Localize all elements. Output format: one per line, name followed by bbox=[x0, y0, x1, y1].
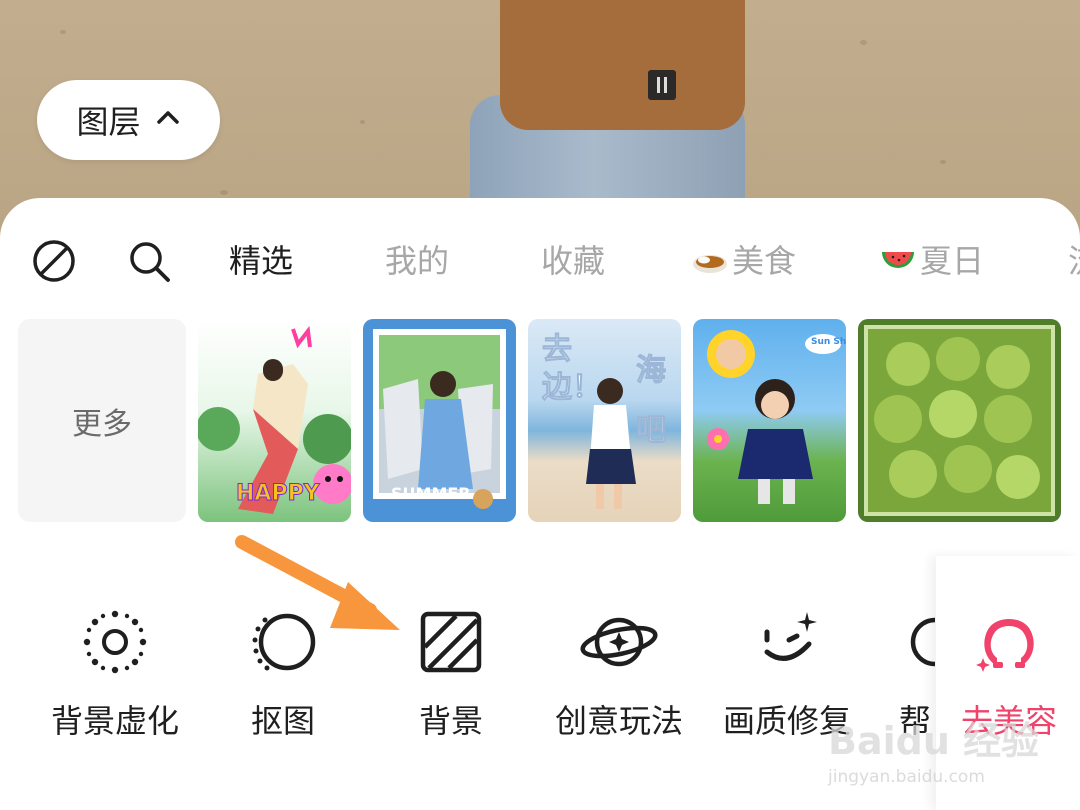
ground-speck bbox=[860, 40, 867, 45]
template-green-grapes[interactable] bbox=[858, 319, 1061, 522]
tool-cutout-label: 抠图 bbox=[250, 702, 315, 740]
ground-speck bbox=[940, 160, 946, 164]
layer-button[interactable]: 图层 bbox=[37, 80, 220, 160]
tab-summer-label: 夏日 bbox=[920, 242, 985, 280]
baidu-watermark: Baidu 经验 jingyan.baidu.com bbox=[828, 710, 1078, 800]
curry-icon bbox=[693, 255, 727, 273]
template-happy-text: HAPPY bbox=[236, 481, 321, 507]
watermark-brand: Baidu 经验 bbox=[828, 719, 1040, 763]
jacket-tag bbox=[648, 70, 676, 100]
ground-speck bbox=[60, 30, 66, 34]
tab-food[interactable]: 美食 bbox=[692, 238, 796, 284]
bokeh-icon bbox=[83, 610, 147, 674]
template-summer[interactable]: SUMMER bbox=[363, 319, 516, 522]
search-icon[interactable] bbox=[126, 238, 172, 284]
smile-sparkle-icon bbox=[764, 612, 817, 661]
partial-icon bbox=[910, 617, 935, 667]
template-happy[interactable]: HAPPY bbox=[198, 319, 351, 522]
tool-background-label: 背景 bbox=[418, 702, 483, 740]
chevron-up-icon bbox=[155, 105, 181, 135]
tool-background-blur[interactable]: 背景虚化 bbox=[35, 602, 195, 742]
more-templates-card[interactable]: 更多 bbox=[18, 319, 186, 522]
tool-creative-play-label: 创意玩法 bbox=[554, 702, 683, 740]
tab-mine[interactable]: 我的 bbox=[385, 238, 449, 284]
tool-background-blur-label: 背景虚化 bbox=[50, 702, 179, 740]
background-icon bbox=[420, 611, 482, 673]
template-seaside[interactable]: 去边！ 海吧 bbox=[528, 319, 681, 522]
template-sunshine-text: Sun Shine bbox=[811, 337, 846, 347]
layer-button-label: 图层 bbox=[76, 103, 141, 141]
watermark-url: jingyan.baidu.com bbox=[828, 767, 985, 787]
ground-speck bbox=[220, 190, 228, 195]
template-sunshine-art bbox=[707, 330, 841, 504]
tab-favorites[interactable]: 收藏 bbox=[541, 238, 605, 284]
template-green-grapes-art bbox=[864, 325, 1055, 516]
beauty-logo-icon bbox=[976, 619, 1034, 672]
ground-speck bbox=[360, 120, 365, 124]
annotation-arrow-icon bbox=[235, 535, 400, 630]
template-summer-text: SUMMER bbox=[391, 484, 471, 503]
tab-food-label: 美食 bbox=[732, 242, 797, 280]
template-sunshine[interactable]: Sun Shine bbox=[693, 319, 846, 522]
tab-partial[interactable]: 流 bbox=[1068, 238, 1080, 284]
template-seaside-text-right: 海吧 bbox=[636, 353, 667, 449]
template-seaside-text-left: 去边！ bbox=[542, 332, 603, 406]
planet-icon bbox=[580, 617, 658, 667]
photo-subject-jacket bbox=[500, 0, 745, 130]
tool-creative-play[interactable]: 创意玩法 bbox=[539, 602, 699, 742]
tab-featured[interactable]: 精选 bbox=[229, 238, 293, 284]
disable-icon[interactable] bbox=[31, 238, 77, 284]
watermelon-icon bbox=[882, 252, 914, 268]
tab-summer[interactable]: 夏日 bbox=[880, 238, 984, 284]
